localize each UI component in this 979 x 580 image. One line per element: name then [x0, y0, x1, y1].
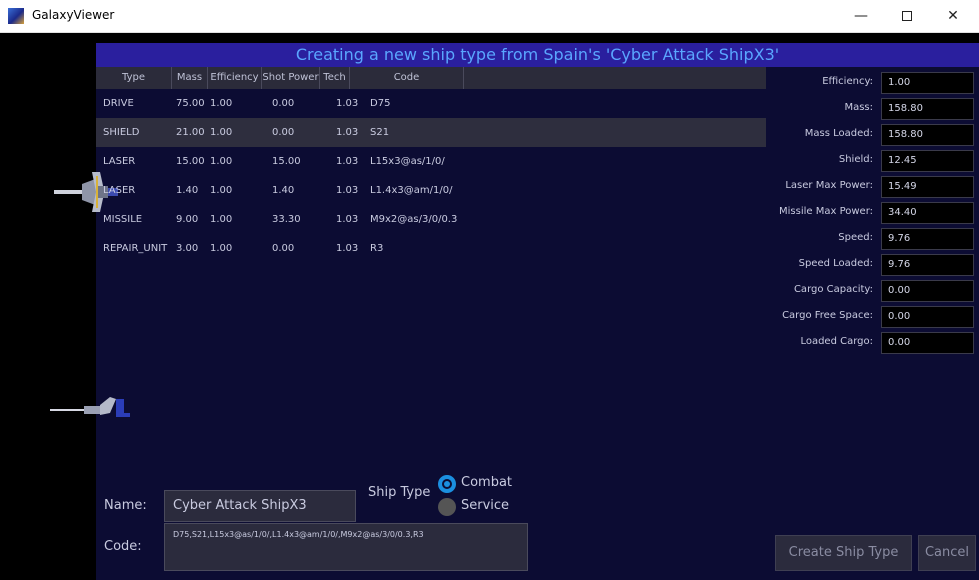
stat-value-shield: 12.45	[881, 150, 974, 172]
cell-type: REPAIR_UNIT	[103, 243, 168, 254]
ship-name-input[interactable]: Cyber Attack ShipX3	[164, 490, 356, 522]
cell-mass: 1.40	[176, 185, 199, 196]
radio-combat[interactable]	[438, 475, 456, 493]
maximize-icon	[902, 11, 912, 21]
cell-code: D75	[370, 98, 391, 109]
cell-efficiency: 1.00	[210, 127, 233, 138]
app-icon	[8, 8, 24, 24]
stat-value-efficiency: 1.00	[881, 72, 974, 94]
column-header-type[interactable]: Type	[96, 67, 172, 89]
cell-shot-power: 33.30	[272, 214, 301, 225]
table-row[interactable]: MISSILE 9.00 1.00 33.30 1.03 M9x2@as/3/0…	[96, 205, 766, 234]
minimize-button[interactable]: —	[838, 0, 884, 33]
stat-label-loaded-cargo: Loaded Cargo:	[800, 336, 873, 347]
cell-tech: 1.03	[336, 98, 359, 109]
stat-label-shield: Shield:	[838, 154, 873, 165]
code-label: Code:	[104, 539, 142, 554]
cell-mass: 75.00	[176, 98, 205, 109]
cell-mass: 3.00	[176, 243, 199, 254]
stat-value-speed-loaded: 9.76	[881, 254, 974, 276]
column-header-code[interactable]: Code	[350, 67, 464, 89]
create-ship-type-button[interactable]: Create Ship Type	[775, 535, 912, 571]
cell-type: MISSILE	[103, 214, 143, 225]
cell-code: M9x2@as/3/0/0.3	[370, 214, 458, 225]
table-row-selected[interactable]: SHIELD 21.00 1.00 0.00 1.03 S21	[96, 118, 766, 147]
cancel-button[interactable]: Cancel	[918, 535, 976, 571]
radio-service[interactable]	[438, 498, 456, 516]
main-area: Creating a new ship type from Spain's 'C…	[0, 33, 979, 580]
stat-label-speed-loaded: Speed Loaded:	[798, 258, 873, 269]
cell-efficiency: 1.00	[210, 185, 233, 196]
stat-value-loaded-cargo: 0.00	[881, 332, 974, 354]
cell-shot-power: 1.40	[272, 185, 295, 196]
cell-tech: 1.03	[336, 156, 359, 167]
cell-tech: 1.03	[336, 243, 359, 254]
cell-shot-power: 15.00	[272, 156, 301, 167]
cell-code: S21	[370, 127, 390, 138]
stat-label-cargo-capacity: Cargo Capacity:	[793, 284, 873, 295]
cell-code: L1.4x3@am/1/0/	[370, 185, 453, 196]
stat-label-mass: Mass:	[844, 102, 873, 113]
cell-type: SHIELD	[103, 127, 140, 138]
cell-tech: 1.03	[336, 185, 359, 196]
title-bar: GalaxyViewer — ✕	[0, 0, 979, 33]
table-row[interactable]: DRIVE 75.00 1.00 0.00 1.03 D75	[96, 89, 766, 118]
cell-mass: 21.00	[176, 127, 205, 138]
cell-shot-power: 0.00	[272, 243, 295, 254]
window-title: GalaxyViewer	[32, 8, 115, 22]
table-row[interactable]: REPAIR_UNIT 3.00 1.00 0.00 1.03 R3	[96, 234, 766, 263]
ship-type-label: Ship Type	[368, 485, 431, 500]
column-header-tech[interactable]: Tech	[320, 67, 350, 89]
header-bar: Creating a new ship type from Spain's 'C…	[96, 43, 979, 67]
column-header-efficiency[interactable]: Efficiency	[208, 67, 262, 89]
ship-icon-service	[48, 395, 138, 421]
radio-service-label[interactable]: Service	[461, 498, 509, 513]
stat-value-cargo-capacity: 0.00	[881, 280, 974, 302]
stat-label-laser-max-power: Laser Max Power:	[785, 180, 873, 191]
page-title: Creating a new ship type from Spain's 'C…	[295, 45, 780, 64]
stat-value-mass-loaded: 158.80	[881, 124, 974, 146]
cell-tech: 1.03	[336, 127, 359, 138]
stat-value-speed: 9.76	[881, 228, 974, 250]
cell-tech: 1.03	[336, 214, 359, 225]
ship-code-input[interactable]: D75,S21,L15x3@as/1/0/,L1.4x3@am/1/0/,M9x…	[164, 523, 528, 571]
cell-efficiency: 1.00	[210, 214, 233, 225]
table-row[interactable]: LASER 15.00 1.00 15.00 1.03 L15x3@as/1/0…	[96, 147, 766, 176]
stat-value-missile-max-power: 34.40	[881, 202, 974, 224]
cell-type: LASER	[103, 185, 136, 196]
cell-code: L15x3@as/1/0/	[370, 156, 445, 167]
radio-combat-label[interactable]: Combat	[461, 475, 512, 490]
cell-mass: 15.00	[176, 156, 205, 167]
cell-efficiency: 1.00	[210, 243, 233, 254]
stat-value-cargo-free-space: 0.00	[881, 306, 974, 328]
cell-efficiency: 1.00	[210, 98, 233, 109]
cell-shot-power: 0.00	[272, 127, 295, 138]
cell-mass: 9.00	[176, 214, 199, 225]
maximize-button[interactable]	[884, 0, 930, 33]
cell-code: R3	[370, 243, 384, 254]
stat-value-laser-max-power: 15.49	[881, 176, 974, 198]
column-header-shot-power[interactable]: Shot Power	[262, 67, 320, 89]
table-header: Type Mass Efficiency Shot Power Tech Cod…	[96, 67, 766, 89]
cell-efficiency: 1.00	[210, 156, 233, 167]
cell-shot-power: 0.00	[272, 98, 295, 109]
cell-type: DRIVE	[103, 98, 134, 109]
stat-label-efficiency: Efficiency:	[822, 76, 873, 87]
stat-label-cargo-free-space: Cargo Free Space:	[782, 310, 873, 321]
stat-label-speed: Speed:	[838, 232, 873, 243]
stat-value-mass: 158.80	[881, 98, 974, 120]
name-label: Name:	[104, 498, 147, 513]
column-header-mass[interactable]: Mass	[172, 67, 208, 89]
table-row[interactable]: LASER 1.40 1.00 1.40 1.03 L1.4x3@am/1/0/	[96, 176, 766, 205]
close-button[interactable]: ✕	[930, 0, 976, 33]
stat-label-missile-max-power: Missile Max Power:	[779, 206, 873, 217]
cell-type: LASER	[103, 156, 136, 167]
stat-label-mass-loaded: Mass Loaded:	[804, 128, 873, 139]
